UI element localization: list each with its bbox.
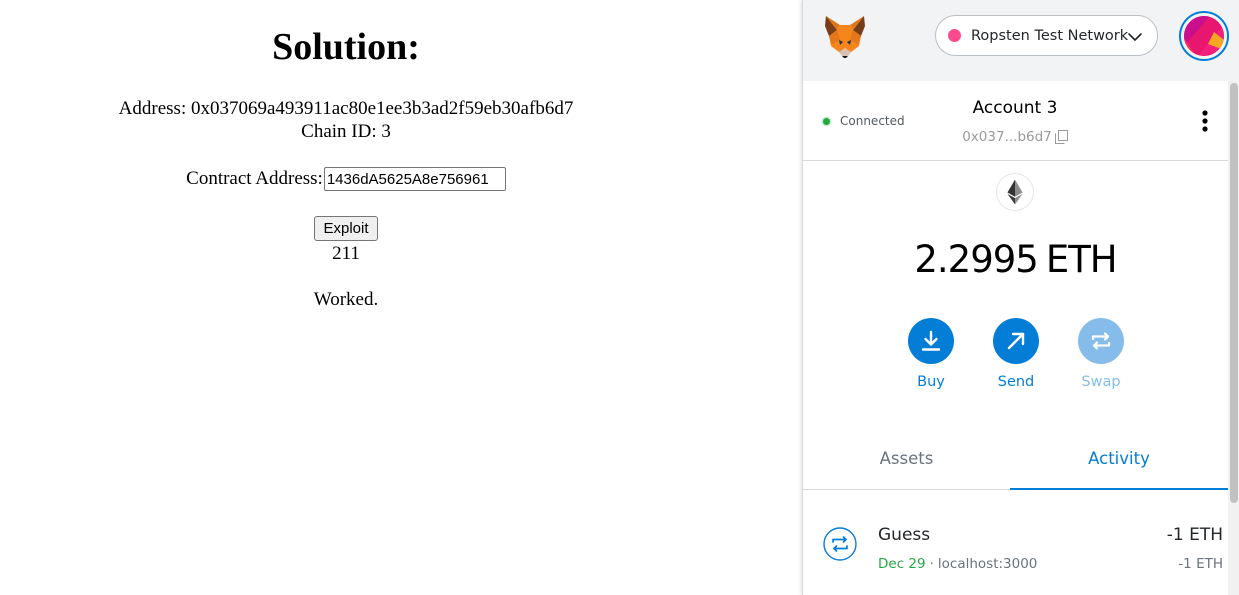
send-label: Send: [997, 374, 1035, 390]
result-value: 211: [332, 243, 360, 264]
kebab-menu-icon[interactable]: [1195, 108, 1215, 134]
network-label: Ropsten Test Network: [971, 27, 1129, 44]
account-bar: Connected Account 3 0x037...b6d7: [803, 81, 1228, 161]
metamask-popup: Ropsten Test Network Connected Account 3…: [802, 0, 1239, 595]
account-identicon-icon: [1184, 16, 1224, 56]
network-status-dot: [948, 29, 961, 42]
download-icon: [921, 330, 941, 351]
dapp-page: Solution: Address: 0x037069a493911ac80e1…: [0, 0, 692, 595]
balance-unit: ETH: [1045, 238, 1118, 281]
account-address: 0x037...b6d7: [962, 129, 1052, 145]
swap-arrows-icon: [1091, 332, 1111, 350]
activity-amount: -1 ETH: [1166, 525, 1223, 545]
account-name[interactable]: Account 3: [915, 98, 1115, 118]
contract-address-row: Contract Address:: [0, 167, 692, 191]
contract-address-input[interactable]: [323, 167, 506, 191]
status-message: Worked.: [313, 289, 379, 310]
chevron-down-icon: [1128, 33, 1142, 41]
swap-circle: [1078, 318, 1124, 364]
activity-list-item[interactable]: Guess Dec 29 · localhost:3000 -1 ETH -1 ET…: [803, 490, 1228, 595]
activity-title: Guess: [878, 525, 931, 545]
network-selector[interactable]: Ropsten Test Network: [935, 15, 1158, 56]
account-avatar-button[interactable]: [1179, 11, 1229, 61]
asset-activity-tabs: Assets Activity: [803, 428, 1228, 490]
buy-button[interactable]: Buy: [891, 318, 971, 390]
buy-circle: [908, 318, 954, 364]
metamask-header: Ropsten Test Network: [803, 0, 1239, 81]
scrollbar-thumb[interactable]: [1230, 83, 1238, 503]
send-button[interactable]: Send: [976, 318, 1056, 390]
exploit-button[interactable]: Exploit: [314, 216, 378, 241]
connected-label: Connected: [840, 114, 905, 128]
activity-date: Dec 29: [878, 556, 926, 572]
page-title: Solution:: [272, 26, 420, 68]
scrollbar[interactable]: [1228, 81, 1239, 595]
send-circle: [993, 318, 1039, 364]
activity-separator: ·: [929, 556, 934, 572]
ethereum-icon: [996, 173, 1034, 211]
buy-label: Buy: [917, 374, 945, 390]
copy-icon: [1054, 130, 1068, 144]
swap-button[interactable]: Swap: [1061, 318, 1141, 390]
address-line: Address: 0x037069a493911ac80e1ee3b3ad2f5…: [118, 98, 574, 119]
balance-amount: 2.2995: [914, 238, 1038, 281]
activity-origin: localhost:3000: [937, 556, 1038, 572]
metamask-fox-icon: [825, 16, 865, 58]
balance-display: 2.2995 ETH: [803, 238, 1228, 281]
tab-assets[interactable]: Assets: [803, 428, 1010, 489]
account-address-copy[interactable]: 0x037...b6d7: [915, 129, 1115, 145]
activity-subline: Dec 29 · localhost:3000: [878, 556, 1037, 572]
swap-label: Swap: [1081, 374, 1121, 390]
chain-id-line: Chain ID: 3: [301, 121, 391, 142]
arrow-up-right-icon: [1007, 332, 1025, 350]
swap-arrows-icon: [823, 527, 857, 561]
connected-dot: [823, 117, 830, 125]
activity-amount-secondary: -1 ETH: [1178, 556, 1223, 572]
contract-address-label: Contract Address:: [186, 168, 323, 189]
connection-status[interactable]: Connected: [823, 114, 905, 128]
tab-activity[interactable]: Activity: [1010, 428, 1228, 490]
